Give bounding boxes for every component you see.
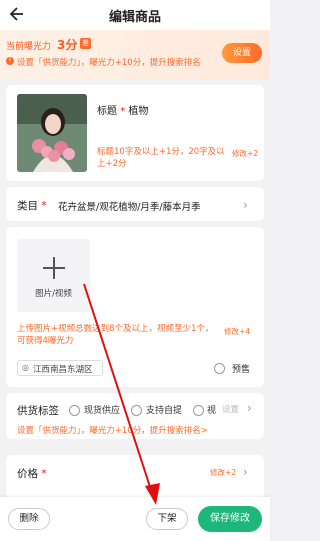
presale-radio[interactable] [214,363,225,374]
supply-option-1: 现货供应 [84,406,121,416]
set-supply-button[interactable]: 设置 [222,43,262,63]
price-edit-tag: 修改+2 [210,468,237,477]
supply-option-2: 支持自提 [146,406,183,416]
page-title: 编辑商品 [108,10,161,25]
chevron-right-icon: › [247,401,252,415]
title-value: 植物 [128,106,149,117]
location-pin-icon: ◎ [22,363,29,372]
banner-tip: 设置「供货能力」，曝光力+10分，提升搜索排名 [17,58,201,68]
upload-label: 图片/视频 [35,289,72,299]
media-edit-tag: 修改+4 [224,327,251,336]
exposure-label: 当前曝光力 [6,42,52,52]
supply-label: 供货标签 [17,405,59,417]
presale-label: 预售 [232,365,251,375]
media-hint: 上传图片+视频总数达到8个及以上，视频至少1个，可获得4曝光力 [17,324,214,346]
category-value: 花卉盆景/观花植物/月季/藤本月季 [58,202,201,213]
take-down-button[interactable]: 下架 [146,508,188,530]
chevron-right-icon: › [243,465,248,479]
product-thumbnail[interactable] [17,94,87,172]
supply-set-link[interactable]: 设置 [222,403,239,415]
price-label: 价格 * [17,468,47,480]
save-changes-button[interactable]: 保存修改 [198,506,262,532]
category-label: 类目 * [17,200,47,212]
supply-option-radio-1[interactable] [69,405,80,416]
exposure-grade-badge: 差 [80,38,91,49]
delete-button[interactable]: 删除 [8,508,50,530]
title-hint: 标题10字及以上+1分，20字及以上+2分 [97,147,225,169]
supply-option-radio-3[interactable] [193,405,204,416]
chevron-right-icon: › [243,198,248,212]
warning-icon: ! [6,57,14,65]
plus-icon-vertical [53,257,55,279]
title-label: 标题 * 植物 [97,106,149,117]
supply-option-3: 视 [207,406,217,416]
title-edit-tag: 修改+2 [232,149,259,158]
location-text: 江西南昌东湖区 [33,365,93,375]
exposure-value: 3分 [57,38,78,52]
supply-option-radio-2[interactable] [131,405,142,416]
supply-tip[interactable]: 设置「供货能力」，曝光力+10分，提升搜索排名> [17,424,208,436]
